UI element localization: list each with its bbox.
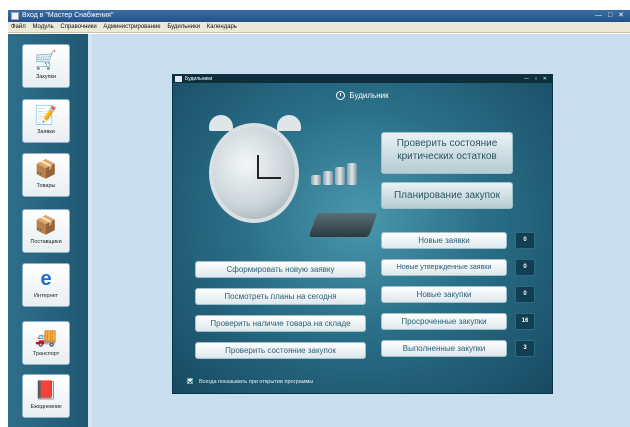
completed-purchases-button[interactable]: Выполненные закупки — [381, 340, 507, 357]
sidebar-item-suppliers[interactable]: 📦 Поставщики — [22, 209, 70, 253]
bell-right — [277, 115, 301, 131]
check-critical-stock-button[interactable]: Проверить состояние критических остатков — [381, 132, 513, 174]
alarm-clock-icon — [209, 123, 299, 223]
dialog-title: Будильники — [185, 76, 213, 82]
dialog-header-label: Будильник — [349, 91, 389, 100]
show-on-startup-checkbox[interactable] — [187, 378, 193, 384]
todays-plans-button[interactable]: Посмотреть планы на сегодня — [195, 288, 366, 305]
dialog-titlebar: Будильники — ○ ✕ — [173, 75, 552, 83]
sidebar-item-goods[interactable]: 📦 Товары — [22, 153, 70, 197]
window-icon — [175, 76, 182, 82]
menu-alarms[interactable]: Будильники — [167, 24, 200, 30]
sidebar-item-label: Заявки — [37, 129, 55, 135]
bell-left — [209, 115, 233, 131]
sidebar-item-transport[interactable]: 🚚 Транспорт — [22, 321, 70, 365]
sidebar-item-planner[interactable]: 📕 Ежедневник — [22, 374, 70, 418]
new-purchases-button[interactable]: Новые закупки — [381, 286, 507, 303]
cart-icon: 🛒 — [34, 50, 58, 70]
sidebar-item-label: Поставщики — [30, 239, 62, 245]
document-pen-icon: 📝 — [34, 105, 58, 125]
window-controls[interactable]: — □ ✕ — [595, 10, 626, 22]
create-request-button[interactable]: Сформировать новую заявку — [195, 261, 366, 278]
sidebar-item-requests[interactable]: 📝 Заявки — [22, 99, 70, 143]
sidebar-item-purchases[interactable]: 🛒 Закупки — [22, 44, 70, 88]
dialog-header: Будильник — [173, 91, 552, 100]
alarm-dialog: Будильники — ○ ✕ Будильник Проверить сос… — [172, 74, 553, 394]
wallet-icon — [308, 213, 378, 237]
app-titlebar: Вход в "Мастер Снабжения" — □ ✕ — [8, 10, 630, 22]
sidebar-item-label: Ежедневник — [30, 404, 62, 410]
check-purchases-status-button[interactable]: Проверить состояние закупок — [195, 342, 366, 359]
menu-administration[interactable]: Администрирование — [103, 24, 160, 30]
menu-bar: Файл Модуль Справочники Администрировани… — [8, 22, 630, 33]
sidebar-item-label: Закупки — [35, 74, 57, 80]
new-approved-requests-button[interactable]: Новые утвержденные заявки — [381, 259, 507, 276]
show-on-startup-label: Всегда показывать при открытии программы — [199, 379, 314, 385]
internet-explorer-icon: e — [40, 268, 52, 290]
menu-module[interactable]: Модуль — [32, 24, 53, 30]
sidebar-item-internet[interactable]: e Интернет — [22, 263, 70, 307]
boxes-icon: 📦 — [34, 159, 58, 179]
hand-truck-icon: 📦 — [34, 215, 58, 235]
menu-calendar[interactable]: Календарь — [207, 24, 237, 30]
new-requests-button[interactable]: Новые заявки — [381, 232, 507, 249]
new-purchases-count: 0 — [515, 286, 535, 303]
dialog-window-controls[interactable]: — ○ ✕ — [524, 75, 549, 83]
check-stock-availability-button[interactable]: Проверить наличие товара на складе — [195, 315, 366, 332]
truck-icon: 🚚 — [34, 327, 58, 347]
new-requests-count: 0 — [515, 232, 535, 249]
book-icon: 📕 — [34, 380, 58, 400]
completed-purchases-count: 3 — [515, 340, 535, 357]
window-title: Вход в "Мастер Снабжения" — [22, 12, 114, 19]
clock-icon — [336, 91, 346, 100]
app-icon — [11, 12, 19, 20]
overdue-purchases-count: 16 — [515, 313, 535, 330]
sidebar-item-label: Транспорт — [32, 351, 60, 357]
overdue-purchases-button[interactable]: Просроченные закупки — [381, 313, 507, 330]
sidebar: 🛒 Закупки 📝 Заявки 📦 Товары 📦 Поставщики… — [8, 34, 92, 427]
sidebar-item-label: Товары — [36, 183, 56, 189]
plan-purchases-button[interactable]: Планирование закупок — [381, 182, 513, 209]
menu-file[interactable]: Файл — [11, 24, 26, 30]
menu-references[interactable]: Справочники — [60, 24, 96, 30]
new-approved-requests-count: 0 — [515, 259, 535, 276]
sidebar-item-label: Интернет — [34, 293, 58, 299]
show-on-startup-option[interactable]: Всегда показывать при открытии программы — [187, 378, 313, 386]
alarm-clock-illustration — [195, 113, 378, 243]
